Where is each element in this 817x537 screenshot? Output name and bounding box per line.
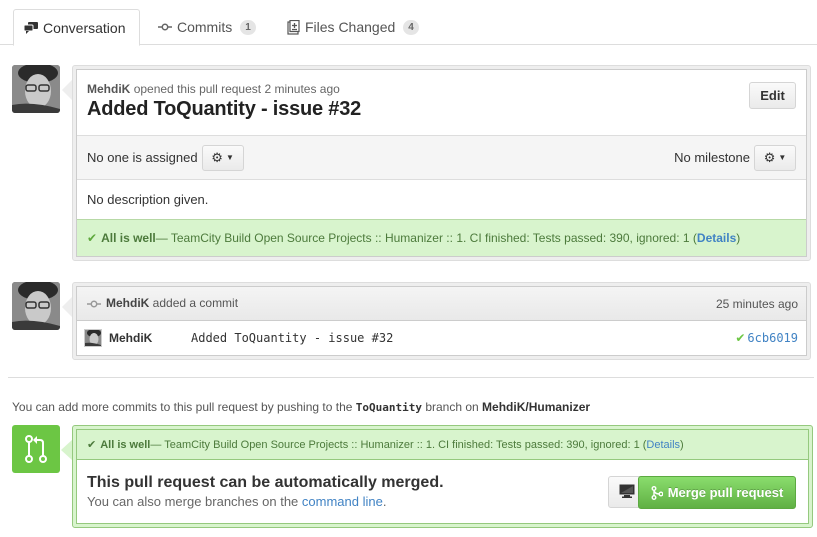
git-commit-icon <box>87 297 101 311</box>
merge-body: This pull request can be automatically m… <box>77 460 808 524</box>
status-details-link[interactable]: Details <box>646 439 680 451</box>
tab-files-changed[interactable]: Files Changed 4 <box>277 9 429 45</box>
pull-request-description: No description given. <box>77 180 806 220</box>
commit-author-mini-avatar[interactable] <box>84 329 102 347</box>
merge-subtitle-suffix: . <box>382 494 387 509</box>
tab-label: Conversation <box>43 19 126 36</box>
check-icon[interactable]: ✔ <box>735 331 745 345</box>
command-line-link[interactable]: command line <box>302 494 383 509</box>
commit-sha-link[interactable]: 6cb6019 <box>747 331 798 345</box>
status-close-paren: ) <box>680 438 684 451</box>
author-avatar[interactable] <box>12 65 60 113</box>
push-note-prefix: You can add more commits to this pull re… <box>12 400 356 414</box>
commit-author-avatar[interactable] <box>12 282 60 330</box>
milestone-group: No milestone ⚙ ▼ <box>674 144 796 171</box>
git-pull-request-icon <box>12 425 60 473</box>
comment-discussion-icon <box>24 21 38 34</box>
merge-subtitle-prefix: You can also merge branches on the <box>87 494 302 509</box>
gear-icon: ⚙ <box>211 149 223 165</box>
check-icon: ✔ <box>87 231 98 245</box>
caret-down-icon: ▼ <box>778 153 787 162</box>
files-count-badge: 4 <box>403 19 419 35</box>
tab-label: Commits <box>177 19 233 35</box>
commit-event-action: added a commit <box>149 296 239 311</box>
commit-event-author[interactable]: MehdiK <box>106 296 149 310</box>
commit-author[interactable]: MehdiK <box>109 331 191 345</box>
merge-box: ✔ All is well — TeamCity Build Open Sour… <box>61 425 813 528</box>
merge-pull-request-button[interactable]: Merge pull request <box>638 476 796 509</box>
pull-request-title: Added ToQuantity - issue #32 <box>87 98 362 120</box>
milestone-settings-button[interactable]: ⚙ ▼ <box>754 144 796 171</box>
commit-row: MehdiK Added ToQuantity - issue #32 ✔ 6cb… <box>77 321 806 355</box>
pull-request-header: MehdiK opened this pull request 2 minute… <box>77 70 806 136</box>
tab-conversation[interactable]: Conversation <box>13 9 140 46</box>
milestone-text: No milestone <box>674 150 750 165</box>
status-headline: All is well <box>101 231 156 245</box>
git-merge-icon <box>651 485 663 500</box>
tab-commits[interactable]: Commits 1 <box>148 9 266 45</box>
commit-event-box: MehdiK added a commit 25 minutes ago Meh… <box>62 282 811 360</box>
push-note-middle: branch on <box>422 400 483 414</box>
branch-name: ToQuantity <box>355 401 422 414</box>
push-note: You can add more commits to this pull re… <box>12 400 590 414</box>
desktop-monitor-icon <box>619 484 635 501</box>
tab-label: Files Changed <box>305 19 396 35</box>
pull-request-action: opened this pull request 2 minutes ago <box>133 82 340 96</box>
commits-count-badge: 1 <box>240 19 256 35</box>
pull-request-box: MehdiK opened this pull request 2 minute… <box>62 65 811 261</box>
gear-icon: ⚙ <box>763 149 776 165</box>
merge-button-label: Merge pull request <box>667 485 784 500</box>
status-text: — TeamCity Build Open Source Projects ::… <box>155 231 697 245</box>
commit-event-time: 25 minutes ago <box>715 296 798 311</box>
pull-request-tabs: Conversation Commits 1 Files Changed 4 <box>0 9 817 46</box>
commit-event-header: MehdiK added a commit 25 minutes ago <box>77 287 806 321</box>
edit-button[interactable]: Edit <box>749 82 796 109</box>
assignee-text: No one is assigned <box>87 150 198 165</box>
merge-build-status: ✔ All is well — TeamCity Build Open Sour… <box>77 430 808 460</box>
status-details-link[interactable]: Details <box>697 231 736 245</box>
status-text: — TeamCity Build Open Source Projects ::… <box>150 438 647 451</box>
assignee-group: No one is assigned ⚙ ▼ <box>87 144 244 171</box>
check-icon: ✔ <box>87 439 97 451</box>
repo-name: MehdiK/Humanizer <box>482 400 591 414</box>
caret-down-icon: ▼ <box>225 153 234 162</box>
timeline-divider <box>8 377 814 378</box>
status-close-paren: ) <box>736 231 741 245</box>
author-link[interactable]: MehdiK <box>87 82 130 96</box>
commit-event-summary: MehdiK added a commit <box>87 296 238 311</box>
status-headline: All is well <box>100 438 151 451</box>
pull-request-meta: MehdiK opened this pull request 2 minute… <box>87 82 796 96</box>
assignee-settings-button[interactable]: ⚙ ▼ <box>201 144 244 171</box>
commit-sha: ✔ 6cb6019 <box>735 331 798 345</box>
assignee-milestone-row: No one is assigned ⚙ ▼ No milestone ⚙ ▼ <box>77 136 806 180</box>
git-commit-icon <box>158 23 172 31</box>
diff-icon <box>287 19 300 35</box>
commit-message-link[interactable]: Added ToQuantity - issue #32 <box>191 331 393 345</box>
build-status: ✔ All is well — TeamCity Build Open Sour… <box>77 220 806 256</box>
